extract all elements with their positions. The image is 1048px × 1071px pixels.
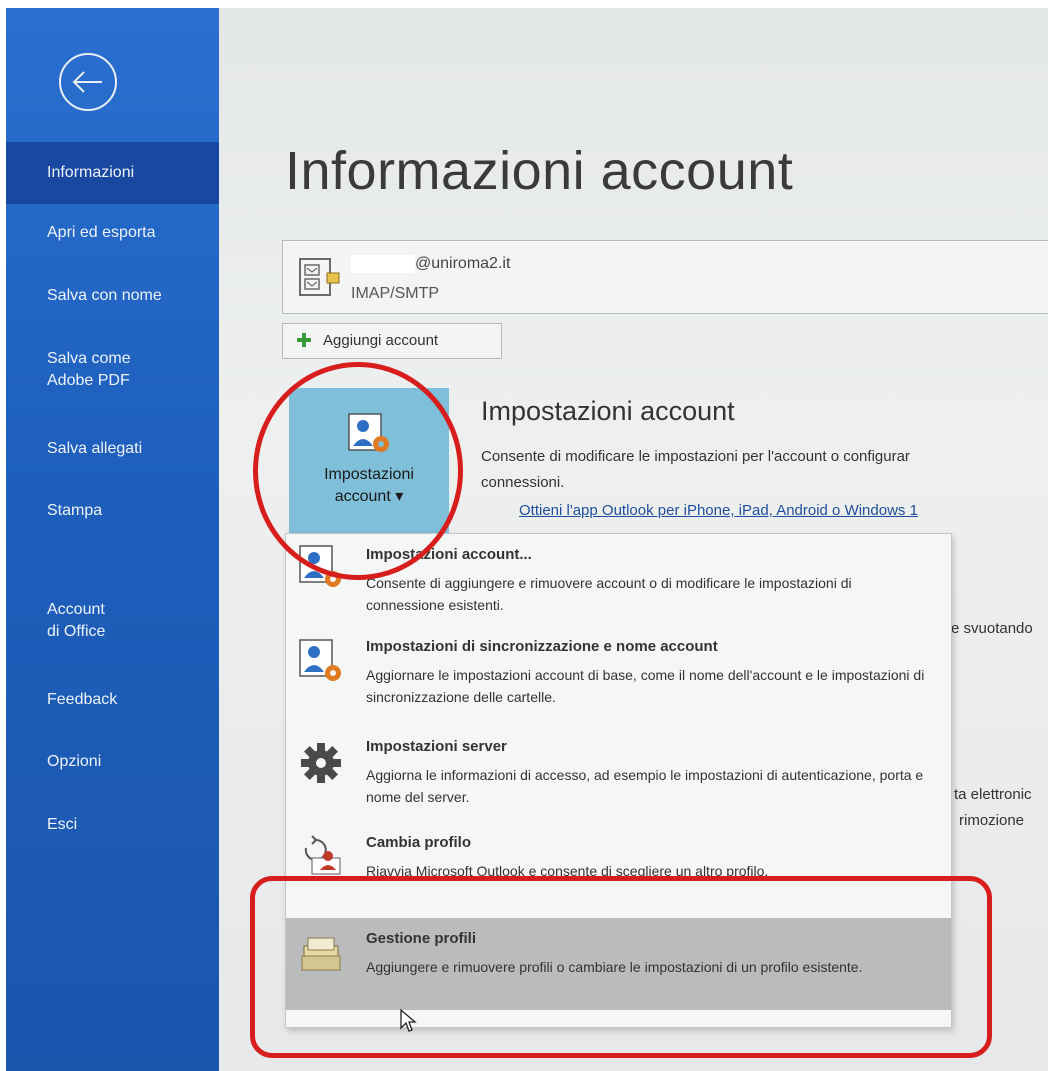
sidebar-item-salva-con-nome[interactable]: Salva con nome — [6, 285, 219, 307]
sidebar-item-feedback[interactable]: Feedback — [6, 689, 219, 711]
account-sync-icon — [299, 639, 341, 681]
account-type: IMAP/SMTP — [351, 285, 440, 302]
gear-icon — [301, 743, 341, 783]
change-profile-icon — [304, 835, 341, 875]
section-title: Impostazioni account — [481, 396, 735, 426]
sidebar-item-opzioni[interactable]: Opzioni — [6, 751, 219, 773]
page-title: Informazioni account — [285, 141, 794, 201]
sidebar-item-account-office[interactable]: Account di Office — [6, 599, 219, 643]
sidebar-item-salva-pdf[interactable]: Salva come Adobe PDF — [6, 348, 219, 392]
section-description: Consente di modificare le impostazioni p… — [481, 448, 910, 491]
sidebar-item-informazioni[interactable]: Informazioni — [6, 142, 219, 204]
annotation-rectangle — [250, 876, 992, 1058]
back-button[interactable] — [56, 50, 120, 114]
outlook-app-link[interactable]: Ottieni l'app Outlook per iPhone, iPad, … — [519, 502, 918, 519]
back-arrow-icon — [59, 53, 117, 111]
background-text-elettronic: ta elettronic — [954, 786, 1032, 803]
account-icon — [299, 258, 340, 296]
redaction — [351, 255, 415, 273]
sidebar-item-esci[interactable]: Esci — [6, 814, 219, 836]
mouse-cursor-icon — [400, 1008, 417, 1032]
menu-item-title: Impostazioni di sincronizzazione e nome … — [366, 638, 718, 655]
sidebar-item-stampa[interactable]: Stampa — [6, 500, 219, 522]
sidebar-item-salva-allegati[interactable]: Salva allegati — [6, 438, 219, 460]
outlook-backstage: Informazioni Apri ed esporta Salva con n… — [0, 0, 1048, 1071]
account-email: @uniroma2.it — [351, 255, 510, 273]
menu-item-desc: Consente di aggiungere e rimuovere accou… — [366, 575, 852, 613]
sidebar: Informazioni Apri ed esporta Salva con n… — [6, 8, 219, 1071]
annotation-circle — [253, 362, 463, 580]
background-text-rimozione: rimozione — [959, 812, 1025, 829]
menu-item-sync-settings[interactable]: Impostazioni di sincronizzazione e nome … — [286, 626, 951, 730]
menu-item-server-settings[interactable]: Impostazioni server Aggiorna le informaz… — [286, 730, 951, 826]
plus-icon — [297, 333, 311, 347]
background-text-svuotando: e svuotando — [951, 620, 1033, 637]
menu-item-title: Cambia profilo — [366, 834, 472, 851]
menu-item-desc: Aggiornare le impostazioni account di ba… — [366, 667, 925, 705]
account-selector[interactable]: @uniroma2.it IMAP/SMTP — [282, 240, 1048, 314]
menu-item-desc: Aggiorna le informazioni di accesso, ad … — [366, 767, 924, 805]
menu-item-title: Impostazioni server — [366, 738, 507, 755]
sidebar-item-apri-esporta[interactable]: Apri ed esporta — [6, 222, 219, 244]
add-account-button[interactable]: Aggiungi account — [282, 323, 502, 359]
